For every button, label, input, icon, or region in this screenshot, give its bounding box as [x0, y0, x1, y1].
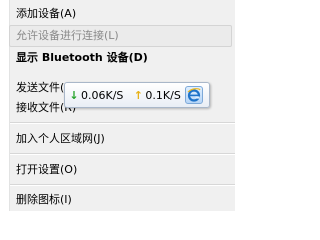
menu-item-show-devices[interactable]: 显示 Bluetooth 设备(D)	[10, 48, 232, 68]
menu-separator	[10, 153, 235, 155]
menu-item-add-device[interactable]: 添加设备(A)	[10, 4, 232, 24]
menu-item-remove-icon[interactable]: 删除图标(I)	[10, 190, 232, 210]
menu-item-allow-connection: 允许设备进行连接(L)	[9, 25, 232, 47]
menu-separator	[10, 122, 235, 124]
menu-item-open-settings[interactable]: 打开设置(O)	[10, 160, 232, 180]
upload-arrow-icon: ↑	[133, 88, 144, 102]
upload-speed: 0.1K/S	[145, 88, 181, 102]
menu-item-join-pan[interactable]: 加入个人区域网(J)	[10, 129, 232, 149]
network-speed-tooltip: ↓ 0.06K/S ↑ 0.1K/S	[64, 82, 210, 108]
download-speed: 0.06K/S	[81, 88, 124, 102]
menu-separator	[10, 184, 235, 186]
ie-icon[interactable]	[185, 86, 203, 104]
download-arrow-icon: ↓	[69, 88, 79, 102]
